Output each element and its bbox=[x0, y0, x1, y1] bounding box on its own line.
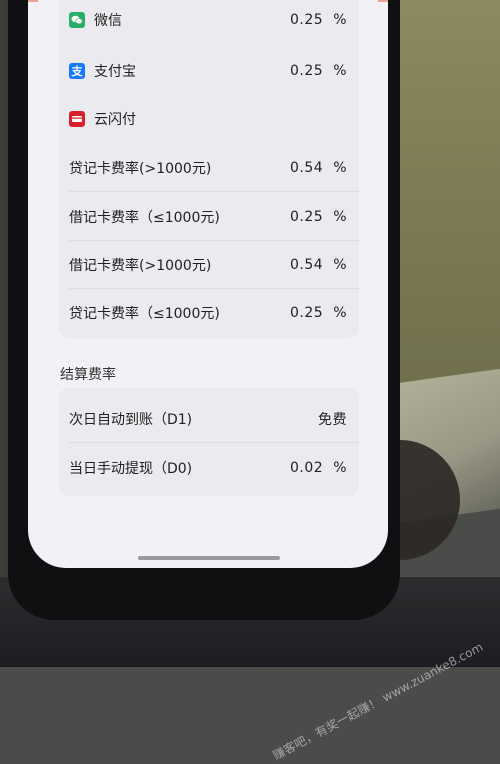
debit-over-1000-row: 借记卡费率(>1000元) 0.54% bbox=[59, 240, 359, 289]
wechat-rate-row: 微信 0.25% bbox=[59, 0, 359, 44]
header-accent-right bbox=[378, 0, 388, 2]
credit-under-1000-label: 贷记卡费率（≤1000元) bbox=[69, 305, 220, 322]
settlement-d1-label: 次日自动到账（D1) bbox=[69, 411, 193, 428]
credit-over-1000-row: 贷记卡费率(>1000元) 0.54% bbox=[59, 143, 359, 192]
alipay-rate-unit: % bbox=[333, 62, 347, 79]
alipay-rate-value: 0.25 bbox=[290, 62, 324, 79]
unionpay-icon bbox=[69, 110, 85, 127]
credit-under-1000-unit: % bbox=[333, 304, 347, 321]
wechat-rate-value: 0.25 bbox=[290, 11, 324, 28]
debit-over-1000-label: 借记卡费率(>1000元) bbox=[69, 257, 212, 274]
header-accent-left bbox=[28, 0, 38, 2]
settlement-d0-unit: % bbox=[333, 459, 347, 476]
debit-under-1000-value: 0.25 bbox=[290, 208, 324, 225]
credit-over-1000-value: 0.54 bbox=[290, 159, 324, 176]
wechat-label: 微信 bbox=[94, 12, 122, 29]
debit-under-1000-unit: % bbox=[333, 208, 347, 225]
wechat-icon bbox=[69, 11, 85, 28]
settlement-d0-row: 当日手动提现（D0) 0.02% bbox=[59, 443, 359, 492]
home-indicator[interactable] bbox=[138, 556, 280, 560]
credit-over-1000-unit: % bbox=[333, 159, 347, 176]
debit-over-1000-value: 0.54 bbox=[290, 256, 324, 273]
credit-under-1000-value: 0.25 bbox=[290, 304, 324, 321]
debit-under-1000-row: 借记卡费率（≤1000元) 0.25% bbox=[59, 192, 359, 241]
settlement-section-title: 结算费率 bbox=[60, 367, 116, 383]
debit-over-1000-unit: % bbox=[333, 256, 347, 273]
credit-over-1000-label: 贷记卡费率(>1000元) bbox=[69, 160, 212, 177]
settlement-d0-value: 0.02 bbox=[290, 459, 324, 476]
wechat-rate-unit: % bbox=[333, 11, 347, 28]
settlement-d0-label: 当日手动提现（D0) bbox=[69, 460, 193, 477]
alipay-icon: 支 bbox=[69, 62, 85, 79]
phone-frame: 微信 0.25% 支 支付宝 0.25% 云闪付 贷记卡费率(>1000元) 0 bbox=[8, 0, 400, 620]
alipay-rate-row: 支 支付宝 0.25% bbox=[59, 46, 359, 95]
settlement-d1-value: 免费 bbox=[318, 411, 347, 428]
phone-screen: 微信 0.25% 支 支付宝 0.25% 云闪付 贷记卡费率(>1000元) 0 bbox=[28, 0, 388, 568]
credit-under-1000-row: 贷记卡费率（≤1000元) 0.25% bbox=[59, 288, 359, 337]
settlement-d1-row: 次日自动到账（D1) 免费 bbox=[59, 394, 359, 443]
debit-under-1000-label: 借记卡费率（≤1000元) bbox=[69, 209, 220, 226]
unionpay-header-row: 云闪付 bbox=[59, 94, 359, 143]
unionpay-label: 云闪付 bbox=[94, 111, 136, 128]
alipay-label: 支付宝 bbox=[94, 63, 136, 80]
